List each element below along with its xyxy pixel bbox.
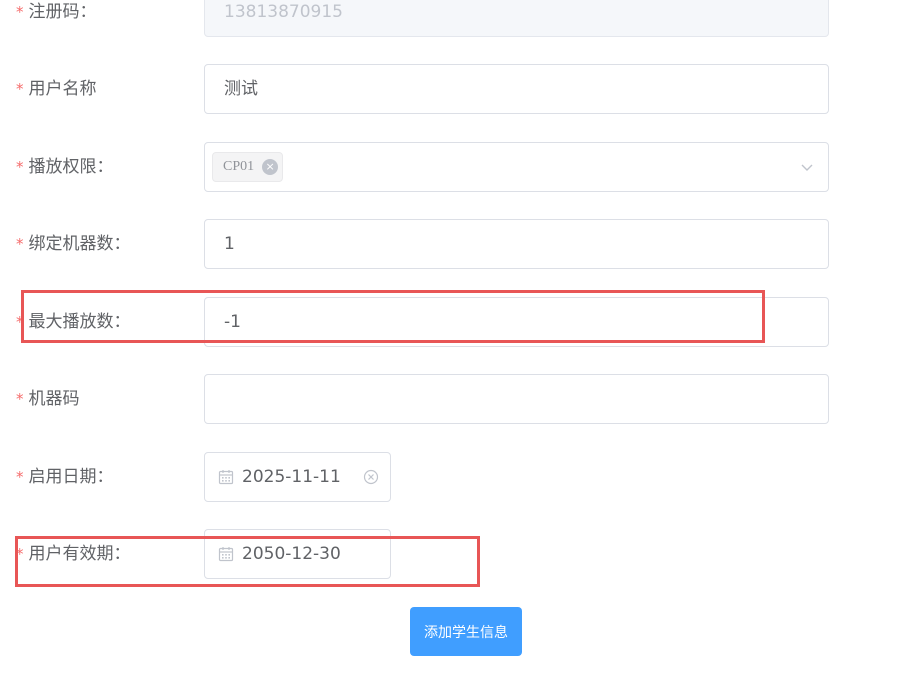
required-mark: * — [16, 390, 24, 408]
calendar-icon — [218, 547, 234, 562]
machine-code-label-text: 机器码 — [28, 389, 80, 409]
play-permission-label-text: 播放权限： — [28, 157, 114, 177]
form-row-play-permission: * 播放权限： CP01 × — [0, 142, 897, 192]
expiry-date-value: 2050-12-30 — [242, 544, 341, 564]
max-plays-label: * 最大播放数： — [16, 297, 131, 347]
clear-icon[interactable] — [363, 469, 379, 485]
max-plays-label-text: 最大播放数： — [28, 312, 131, 332]
registration-code-label-text: 注册码： — [28, 2, 97, 22]
expiry-date-label-text: 用户有效期： — [28, 544, 131, 564]
form-row-max-plays: * 最大播放数： -1 — [0, 297, 897, 347]
play-permission-label: * 播放权限： — [16, 142, 114, 192]
chevron-down-icon[interactable] — [800, 160, 814, 174]
max-plays-input[interactable]: -1 — [204, 297, 829, 347]
bound-machines-label: * 绑定机器数： — [16, 219, 131, 269]
user-name-label: * 用户名称 — [16, 64, 97, 114]
registration-code-input: 13813870915 — [204, 0, 829, 37]
permission-tag-label: CP01 — [223, 159, 255, 174]
add-student-info-button[interactable]: 添加学生信息 — [410, 607, 522, 656]
expiry-date-picker[interactable]: 2050-12-30 — [204, 529, 391, 579]
bound-machines-input[interactable]: 1 — [204, 219, 829, 269]
start-date-value: 2025-11-11 — [242, 467, 341, 487]
form-row-start-date: * 启用日期： 2025-11-11 — [0, 452, 897, 502]
form-row-bound-machines: * 绑定机器数： 1 — [0, 219, 897, 269]
user-name-label-text: 用户名称 — [28, 79, 97, 99]
required-mark: * — [16, 3, 24, 21]
form-row-expiry-date: * 用户有效期： 2050-12-30 — [0, 529, 897, 579]
start-date-label: * 启用日期： — [16, 452, 114, 502]
required-mark: * — [16, 80, 24, 98]
bound-machines-label-text: 绑定机器数： — [28, 234, 131, 254]
form-row-registration-code: * 注册码： 13813870915 — [0, 0, 897, 37]
required-mark: * — [16, 313, 24, 331]
calendar-icon — [218, 470, 234, 485]
expiry-date-label: * 用户有效期： — [16, 529, 131, 579]
start-date-picker[interactable]: 2025-11-11 — [204, 452, 391, 502]
machine-code-input[interactable] — [204, 374, 829, 424]
permission-tag: CP01 × — [212, 152, 284, 182]
required-mark: * — [16, 545, 24, 563]
registration-code-label: * 注册码： — [16, 0, 97, 37]
start-date-label-text: 启用日期： — [28, 467, 114, 487]
user-name-input[interactable]: 测试 — [204, 64, 829, 114]
form-row-machine-code: * 机器码 — [0, 374, 897, 424]
form-row-user-name: * 用户名称 测试 — [0, 64, 897, 114]
play-permission-select[interactable]: CP01 × — [204, 142, 829, 192]
required-mark: * — [16, 468, 24, 486]
required-mark: * — [16, 235, 24, 253]
tag-close-icon[interactable]: × — [262, 159, 279, 175]
machine-code-label: * 机器码 — [16, 374, 80, 424]
required-mark: * — [16, 158, 24, 176]
